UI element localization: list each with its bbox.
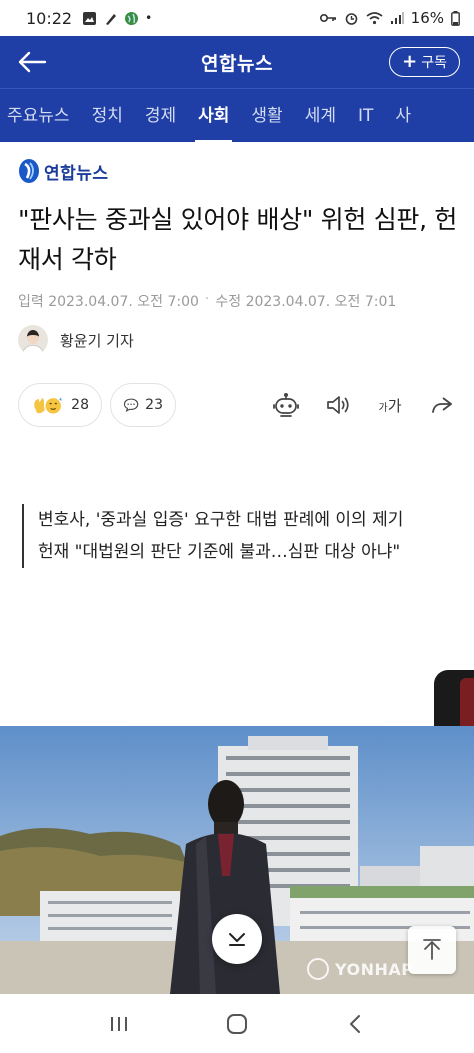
date-separator: · <box>204 291 210 307</box>
battery-icon <box>451 10 460 26</box>
article-headline: "판사는 중과실 있어야 배상" 위헌 심판, 헌재서 각하 <box>18 205 458 274</box>
category-tab[interactable]: 생활 <box>240 89 293 142</box>
scroll-top-button[interactable] <box>408 926 456 974</box>
app-title[interactable]: 연합뉴스 <box>201 49 273 76</box>
arrow-up-icon <box>423 939 441 960</box>
app-header: 연합뉴스 + 구독 <box>0 36 474 88</box>
watermark-logo-icon <box>307 958 329 980</box>
home-button[interactable] <box>217 1004 257 1044</box>
category-tab[interactable]: IT <box>347 89 384 142</box>
category-tab[interactable]: 경제 <box>134 89 187 142</box>
reporter-name: 황윤기 기자 <box>60 331 134 350</box>
font-size-icon: 가가 <box>378 396 402 415</box>
comment-bubble-icon <box>123 398 139 413</box>
article-dates: 입력 2023.04.07. 오전 7:00 · 수정 2023.04.07. … <box>18 291 396 311</box>
category-tab[interactable]: 주요뉴스 <box>0 89 81 142</box>
recent-apps-button[interactable] <box>99 1004 139 1044</box>
status-time: 10:22 <box>26 8 73 28</box>
status-bar: 10:22 • 16% <box>0 0 474 36</box>
watermark-text: YONHAP <box>335 959 414 979</box>
system-nav-bar <box>0 994 474 1053</box>
back-button[interactable] <box>14 46 50 78</box>
category-tab[interactable]: 세계 <box>294 89 347 142</box>
recent-apps-icon <box>111 1016 127 1031</box>
category-tab[interactable]: 정치 <box>81 89 134 142</box>
screen: 10:22 • 16% 연합뉴스 + 구독 주요뉴스 정치 경제 사회 생활 세계 IT 사 <box>0 0 474 1053</box>
published-date: 입력 2023.04.07. 오전 7:00 <box>18 294 199 310</box>
category-tabs: 주요뉴스 정치 경제 사회 생활 세계 IT 사 <box>0 89 422 142</box>
scroll-down-button[interactable] <box>212 914 262 964</box>
article-tools: 가가 <box>270 389 458 421</box>
back-arrow-icon <box>18 51 47 73</box>
tts-button[interactable] <box>322 389 354 421</box>
share-button[interactable] <box>426 389 458 421</box>
ai-summary-button[interactable] <box>270 389 302 421</box>
reporter-avatar <box>18 325 48 355</box>
article-summary: 변호사, '중과실 입증' 요구한 대법 판례에 이의 제기 헌재 "대법원의 … <box>22 504 442 568</box>
dot-icon: • <box>145 11 153 25</box>
emoji-reaction-icon <box>34 397 62 414</box>
category-tab[interactable]: 사 <box>384 89 422 142</box>
comment-button[interactable]: 23 <box>110 383 176 427</box>
modified-date: 수정 2023.04.07. 오전 7:01 <box>215 294 397 310</box>
category-tab[interactable]: 사회 <box>187 89 240 142</box>
speaker-icon <box>327 396 349 414</box>
home-icon <box>227 1013 247 1034</box>
notification-icons: • <box>82 11 152 26</box>
font-size-button[interactable]: 가가 <box>374 389 406 421</box>
source-logo[interactable]: 연합뉴스 <box>18 158 109 184</box>
signal-icon <box>390 11 404 24</box>
category-nav: 주요뉴스 정치 경제 사회 생활 세계 IT 사 <box>0 88 474 142</box>
globe-icon <box>125 11 139 25</box>
system-back-button[interactable] <box>335 1004 375 1044</box>
subscribe-label: 구독 <box>421 55 447 71</box>
reaction-count: 28 <box>71 397 89 413</box>
brush-icon <box>106 13 117 25</box>
ai-robot-icon <box>273 393 299 417</box>
gallery-icon <box>83 11 97 25</box>
plus-icon: + <box>402 51 418 72</box>
reporter[interactable]: 황윤기 기자 <box>18 325 134 355</box>
system-status: 16% <box>319 9 460 27</box>
subscribe-button[interactable]: + 구독 <box>389 47 460 77</box>
article-actions: 28 23 가가 <box>18 382 458 428</box>
battery-percent: 16% <box>410 9 444 27</box>
yonhap-logo-icon <box>19 159 39 183</box>
share-icon <box>432 397 452 413</box>
wifi-icon <box>366 11 383 24</box>
source-logo-text: 연합뉴스 <box>44 163 109 184</box>
alarm-icon <box>345 12 357 25</box>
chevron-down-icon <box>229 933 245 946</box>
photo-watermark: YONHAP <box>307 958 414 980</box>
summary-line: 변호사, '중과실 입증' 요구한 대법 판례에 이의 제기 <box>38 510 404 530</box>
key-icon <box>319 14 336 22</box>
comment-count: 23 <box>145 397 163 413</box>
summary-line: 헌재 "대법원의 판단 기준에 불과…심판 대상 아냐" <box>38 542 401 562</box>
reaction-button[interactable]: 28 <box>18 383 102 427</box>
chevron-left-icon <box>350 1014 360 1033</box>
